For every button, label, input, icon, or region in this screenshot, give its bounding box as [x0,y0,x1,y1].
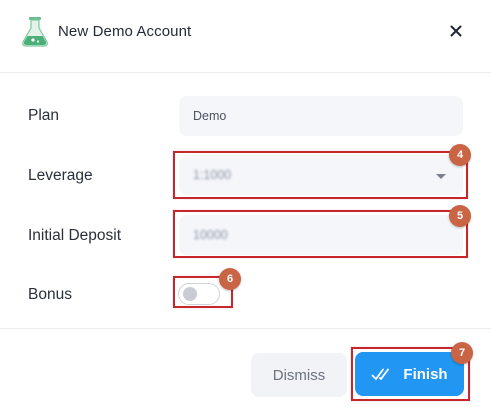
dialog-header: New Demo Account [0,0,491,73]
bonus-label: Bonus [28,286,72,303]
footer-divider [0,328,491,329]
dialog-title: New Demo Account [58,23,192,40]
step-badge-finish: 7 [451,342,473,364]
dismiss-label: Dismiss [272,366,326,384]
dismiss-button[interactable]: Dismiss [251,353,347,397]
plan-field: Demo [179,96,463,136]
step-badge-deposit: 5 [449,205,471,227]
close-button[interactable] [446,20,466,42]
deposit-label: Initial Deposit [28,227,122,244]
highlight-box-leverage [173,151,468,199]
highlight-box-deposit [173,210,468,258]
plan-value: Demo [193,109,227,123]
step-badge-bonus: 6 [219,268,241,290]
leverage-label: Leverage [28,167,93,184]
step-badge-leverage: 4 [449,144,471,166]
close-icon [450,25,462,37]
flask-icon [22,17,48,47]
plan-label: Plan [28,107,60,124]
